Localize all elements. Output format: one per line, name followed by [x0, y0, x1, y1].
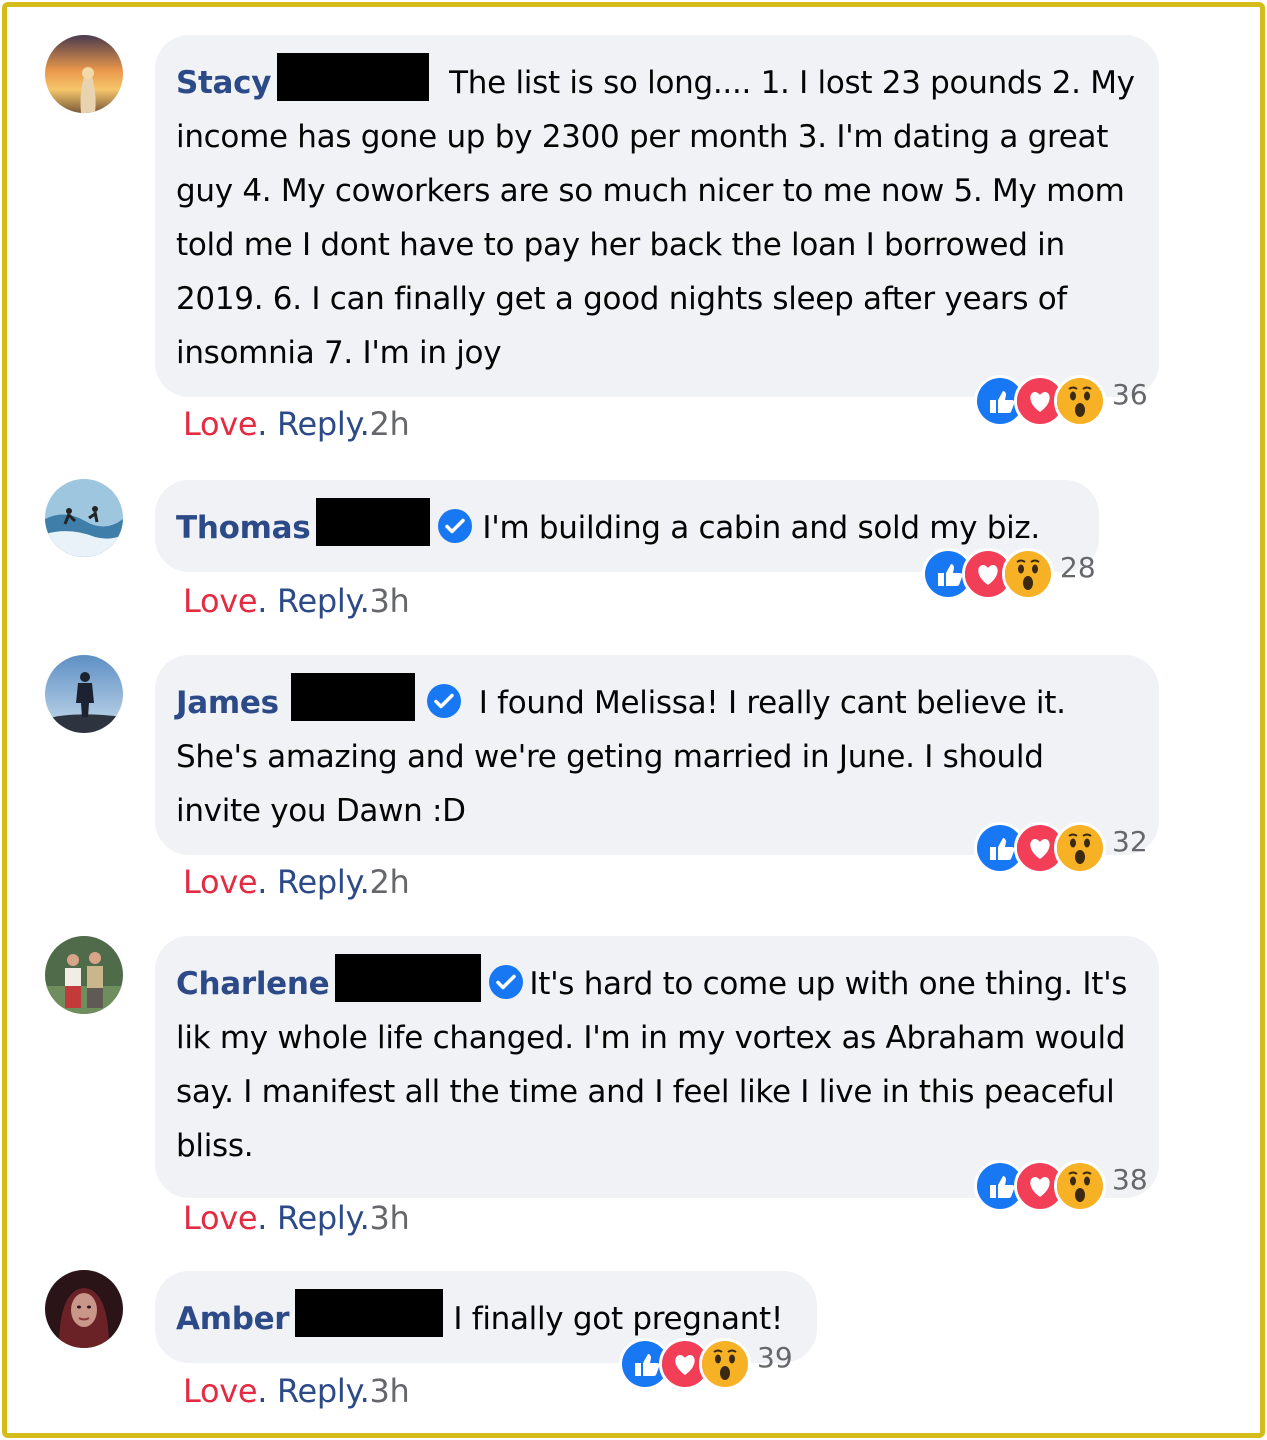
separator: .	[257, 405, 268, 443]
separator: .	[359, 863, 370, 901]
reactions-summary[interactable]: 32	[974, 822, 1148, 874]
verified-badge-icon	[426, 684, 461, 718]
timestamp[interactable]: 3h	[369, 1372, 409, 1410]
redacted-surname	[277, 53, 430, 101]
comments-panel: Stacy The list is so long.... 1. I lost 2…	[2, 2, 1265, 1438]
avatar-thomas[interactable]	[45, 479, 123, 557]
reply-button[interactable]: Reply	[277, 1199, 360, 1237]
reaction-count: 36	[1112, 377, 1148, 411]
reaction-count: 32	[1112, 824, 1148, 858]
love-button[interactable]: Love	[183, 405, 258, 443]
comment-actions: Love. Reply.3h	[183, 582, 410, 620]
comment-text: The list is so long.... 1. I lost 23 pou…	[176, 65, 1135, 371]
separator: .	[257, 863, 268, 901]
timestamp[interactable]: 3h	[369, 582, 409, 620]
redacted-surname	[295, 1289, 444, 1337]
love-button[interactable]: Love	[183, 582, 258, 620]
reply-button[interactable]: Reply	[277, 863, 360, 901]
author-name[interactable]: Charlene	[176, 966, 330, 1002]
separator: .	[359, 1372, 370, 1410]
comment-bubble: Charlene It's hard to come up with one th…	[155, 936, 1159, 1198]
separator: .	[359, 1199, 370, 1237]
reply-button[interactable]: Reply	[277, 582, 360, 620]
reactions-summary[interactable]: 36	[974, 375, 1148, 427]
wow-icon	[1054, 822, 1106, 874]
author-name[interactable]: James	[176, 685, 279, 721]
comment-actions: Love. Reply.3h	[183, 1372, 410, 1410]
comment-text: I finally got pregnant!	[453, 1301, 784, 1337]
reply-button[interactable]: Reply	[277, 405, 360, 443]
wow-icon	[1002, 548, 1054, 600]
separator: .	[257, 1372, 268, 1410]
wow-icon	[1054, 1160, 1106, 1212]
wow-icon	[699, 1338, 751, 1390]
timestamp[interactable]: 3h	[369, 1199, 409, 1237]
separator: .	[257, 1199, 268, 1237]
love-button[interactable]: Love	[183, 1199, 258, 1237]
author-name[interactable]: Thomas	[176, 510, 311, 546]
redacted-surname	[316, 498, 431, 546]
redacted-surname	[290, 673, 415, 721]
avatar-stacy[interactable]	[45, 35, 123, 113]
comment-actions: Love. Reply.3h	[183, 1199, 410, 1237]
timestamp[interactable]: 2h	[369, 405, 409, 443]
verified-badge-icon	[489, 965, 524, 999]
separator: .	[359, 582, 370, 620]
avatar-charlene[interactable]	[45, 936, 123, 1014]
reactions-summary[interactable]: 39	[619, 1338, 793, 1390]
separator: .	[257, 582, 268, 620]
comment-text: I'm building a cabin and sold my biz.	[482, 510, 1040, 546]
avatar-james[interactable]	[45, 655, 123, 733]
verified-badge-icon	[438, 509, 473, 543]
comment-actions: Love. Reply.2h	[183, 863, 410, 901]
comment-bubble: Stacy The list is so long.... 1. I lost 2…	[155, 35, 1159, 397]
reactions-summary[interactable]: 28	[922, 548, 1096, 600]
redacted-surname	[335, 954, 482, 1002]
reaction-count: 28	[1060, 550, 1096, 584]
reply-button[interactable]: Reply	[277, 1372, 360, 1410]
reaction-count: 38	[1112, 1162, 1148, 1196]
wow-icon	[1054, 375, 1106, 427]
comment-actions: Love. Reply.2h	[183, 405, 410, 443]
love-button[interactable]: Love	[183, 863, 258, 901]
author-name[interactable]: Amber	[176, 1301, 290, 1337]
avatar-amber[interactable]	[45, 1270, 123, 1348]
reactions-summary[interactable]: 38	[974, 1160, 1148, 1212]
separator: .	[359, 405, 370, 443]
love-button[interactable]: Love	[183, 1372, 258, 1410]
author-name[interactable]: Stacy	[176, 65, 271, 101]
reaction-count: 39	[757, 1340, 793, 1374]
timestamp[interactable]: 2h	[369, 863, 409, 901]
